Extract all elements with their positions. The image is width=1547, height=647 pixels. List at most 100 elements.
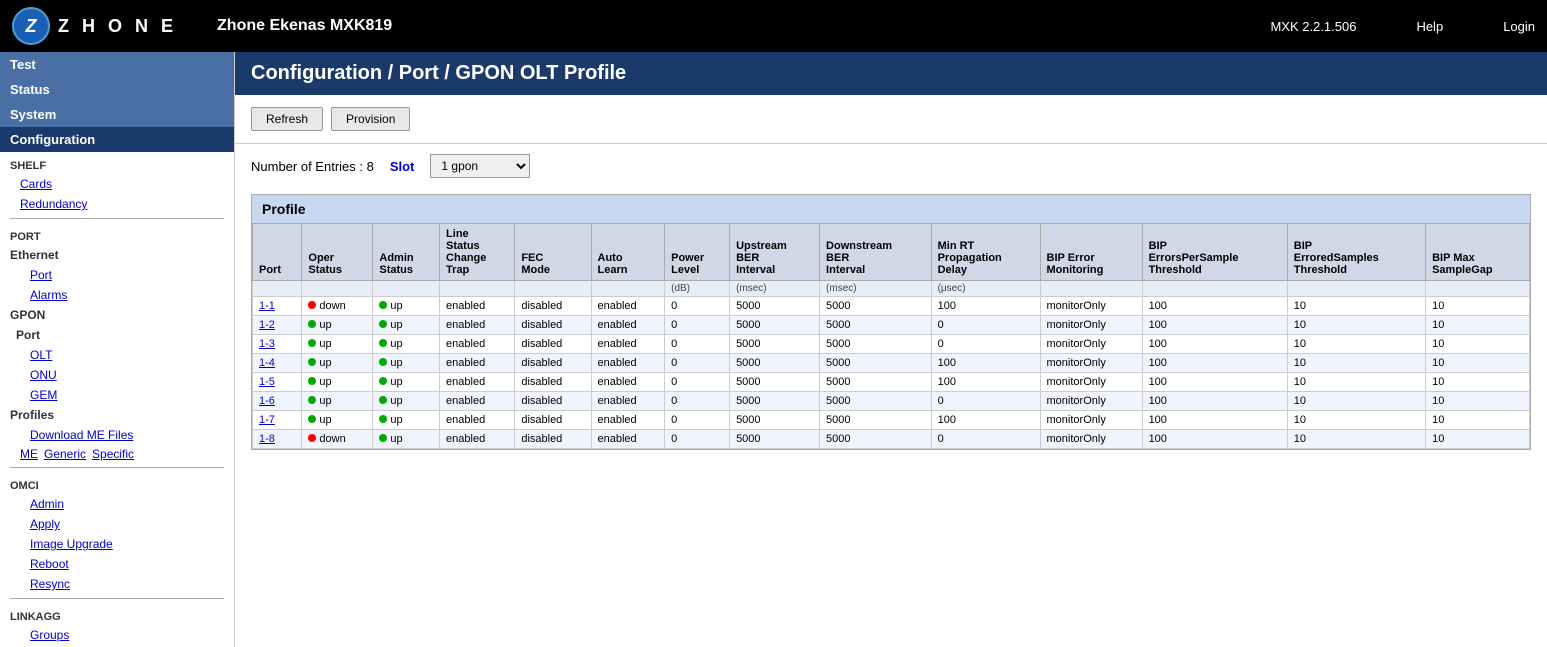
cell-oper: up <box>302 392 373 411</box>
cell-power: 0 <box>665 354 730 373</box>
table-row: 1-5 up up enabled disabled enabled 0 500… <box>253 373 1530 392</box>
sidebar-link-reboot[interactable]: Reboot <box>0 554 234 574</box>
admin-status-dot <box>379 358 387 366</box>
cell-min-rt: 100 <box>931 373 1040 392</box>
cell-port[interactable]: 1-2 <box>253 316 302 335</box>
slot-select[interactable]: 1 gpon <box>430 154 530 178</box>
cell-down-ber: 5000 <box>820 392 932 411</box>
table-row: 1-8 down up enabled disabled enabled 0 5… <box>253 430 1530 449</box>
cell-bip-max: 10 <box>1426 354 1530 373</box>
port-link[interactable]: 1-5 <box>259 376 275 388</box>
cell-line: enabled <box>440 335 515 354</box>
col-port: Port <box>253 224 302 281</box>
cell-port[interactable]: 1-7 <box>253 411 302 430</box>
cell-bip-eps: 100 <box>1142 354 1287 373</box>
sidebar-link-generic[interactable]: Generic <box>44 447 86 461</box>
sidebar-link-alarms[interactable]: Alarms <box>0 285 234 305</box>
table-row: 1-1 down up enabled disabled enabled 0 5… <box>253 297 1530 316</box>
cell-bip-max: 10 <box>1426 411 1530 430</box>
col-line-status: LineStatusChangeTrap <box>440 224 515 281</box>
main-layout: Test Status System Configuration SHELF C… <box>0 52 1547 647</box>
unit-power: (dB) <box>665 281 730 297</box>
cell-up-ber: 5000 <box>730 430 820 449</box>
refresh-button[interactable]: Refresh <box>251 107 323 131</box>
port-link[interactable]: 1-4 <box>259 357 275 369</box>
oper-status-dot <box>308 434 316 442</box>
shelf-section-label: SHELF <box>0 152 234 174</box>
login-link[interactable]: Login <box>1503 19 1535 34</box>
cell-down-ber: 5000 <box>820 430 932 449</box>
unit-bip-eps <box>1142 281 1287 297</box>
sidebar-link-redundancy-shelf[interactable]: Redundancy <box>0 194 234 214</box>
cell-port[interactable]: 1-1 <box>253 297 302 316</box>
port-link[interactable]: 1-3 <box>259 338 275 350</box>
sidebar-item-configuration[interactable]: Configuration <box>0 127 234 152</box>
sidebar-item-status[interactable]: Status <box>0 77 234 102</box>
cell-bip-mon: monitorOnly <box>1040 373 1142 392</box>
sidebar-link-me[interactable]: ME <box>20 447 38 461</box>
cell-fec: disabled <box>515 335 591 354</box>
cell-admin: up <box>373 297 440 316</box>
sidebar-me-row: ME Generic Specific <box>0 445 234 463</box>
device-name: Zhone Ekenas MXK819 <box>217 17 392 35</box>
cell-bip-max: 10 <box>1426 373 1530 392</box>
profile-section-header: Profile <box>252 195 1530 223</box>
cell-power: 0 <box>665 392 730 411</box>
brand-name: Z H O N E <box>58 16 177 37</box>
sidebar-link-apply[interactable]: Apply <box>0 514 234 534</box>
sidebar-link-admin[interactable]: Admin <box>0 494 234 514</box>
sidebar-link-onu[interactable]: ONU <box>0 365 234 385</box>
port-link[interactable]: 1-7 <box>259 414 275 426</box>
cell-auto: enabled <box>591 316 665 335</box>
port-link[interactable]: 1-6 <box>259 395 275 407</box>
cell-port[interactable]: 1-8 <box>253 430 302 449</box>
cell-fec: disabled <box>515 430 591 449</box>
sidebar-link-resync[interactable]: Resync <box>0 574 234 594</box>
admin-status-dot <box>379 301 387 309</box>
profile-table: Port OperStatus AdminStatus LineStatusCh… <box>252 223 1530 449</box>
cell-min-rt: 0 <box>931 316 1040 335</box>
cell-fec: disabled <box>515 392 591 411</box>
col-admin-status: AdminStatus <box>373 224 440 281</box>
help-link[interactable]: Help <box>1416 19 1443 34</box>
sidebar-link-port-ethernet[interactable]: Port <box>0 265 234 285</box>
sidebar-label-gpon: GPON <box>0 305 234 325</box>
cell-bip-eps: 100 <box>1142 335 1287 354</box>
sidebar-item-test[interactable]: Test <box>0 52 234 77</box>
port-link[interactable]: 1-8 <box>259 433 275 445</box>
sidebar-link-gem[interactable]: GEM <box>0 385 234 405</box>
sidebar-divider-3 <box>10 598 224 599</box>
cell-bip-eps: 100 <box>1142 373 1287 392</box>
cell-bip-es: 10 <box>1287 335 1425 354</box>
cell-bip-mon: monitorOnly <box>1040 297 1142 316</box>
table-row: 1-3 up up enabled disabled enabled 0 500… <box>253 335 1530 354</box>
table-row: 1-6 up up enabled disabled enabled 0 500… <box>253 392 1530 411</box>
sidebar-link-download-me[interactable]: Download ME Files <box>0 425 234 445</box>
cell-port[interactable]: 1-3 <box>253 335 302 354</box>
cell-bip-es: 10 <box>1287 297 1425 316</box>
cell-bip-mon: monitorOnly <box>1040 430 1142 449</box>
unit-down-ber: (msec) <box>820 281 932 297</box>
cell-min-rt: 0 <box>931 430 1040 449</box>
sidebar-item-system[interactable]: System <box>0 102 234 127</box>
sidebar-link-specific[interactable]: Specific <box>92 447 134 461</box>
sidebar-link-olt[interactable]: OLT <box>0 345 234 365</box>
provision-button[interactable]: Provision <box>331 107 410 131</box>
oper-status-dot <box>308 301 316 309</box>
cell-port[interactable]: 1-6 <box>253 392 302 411</box>
omci-section-label: OMCI <box>0 472 234 494</box>
port-link[interactable]: 1-2 <box>259 319 275 331</box>
unit-line <box>440 281 515 297</box>
entries-count: Number of Entries : 8 <box>251 159 374 174</box>
sidebar-link-cards[interactable]: Cards <box>0 174 234 194</box>
cell-power: 0 <box>665 335 730 354</box>
cell-oper: up <box>302 354 373 373</box>
cell-bip-max: 10 <box>1426 392 1530 411</box>
sidebar-link-groups[interactable]: Groups <box>0 625 234 645</box>
port-link[interactable]: 1-1 <box>259 300 275 312</box>
sidebar-link-image-upgrade[interactable]: Image Upgrade <box>0 534 234 554</box>
header-right: MXK 2.2.1.506 Help Login <box>1270 19 1535 34</box>
cell-port[interactable]: 1-5 <box>253 373 302 392</box>
cell-min-rt: 100 <box>931 297 1040 316</box>
cell-port[interactable]: 1-4 <box>253 354 302 373</box>
